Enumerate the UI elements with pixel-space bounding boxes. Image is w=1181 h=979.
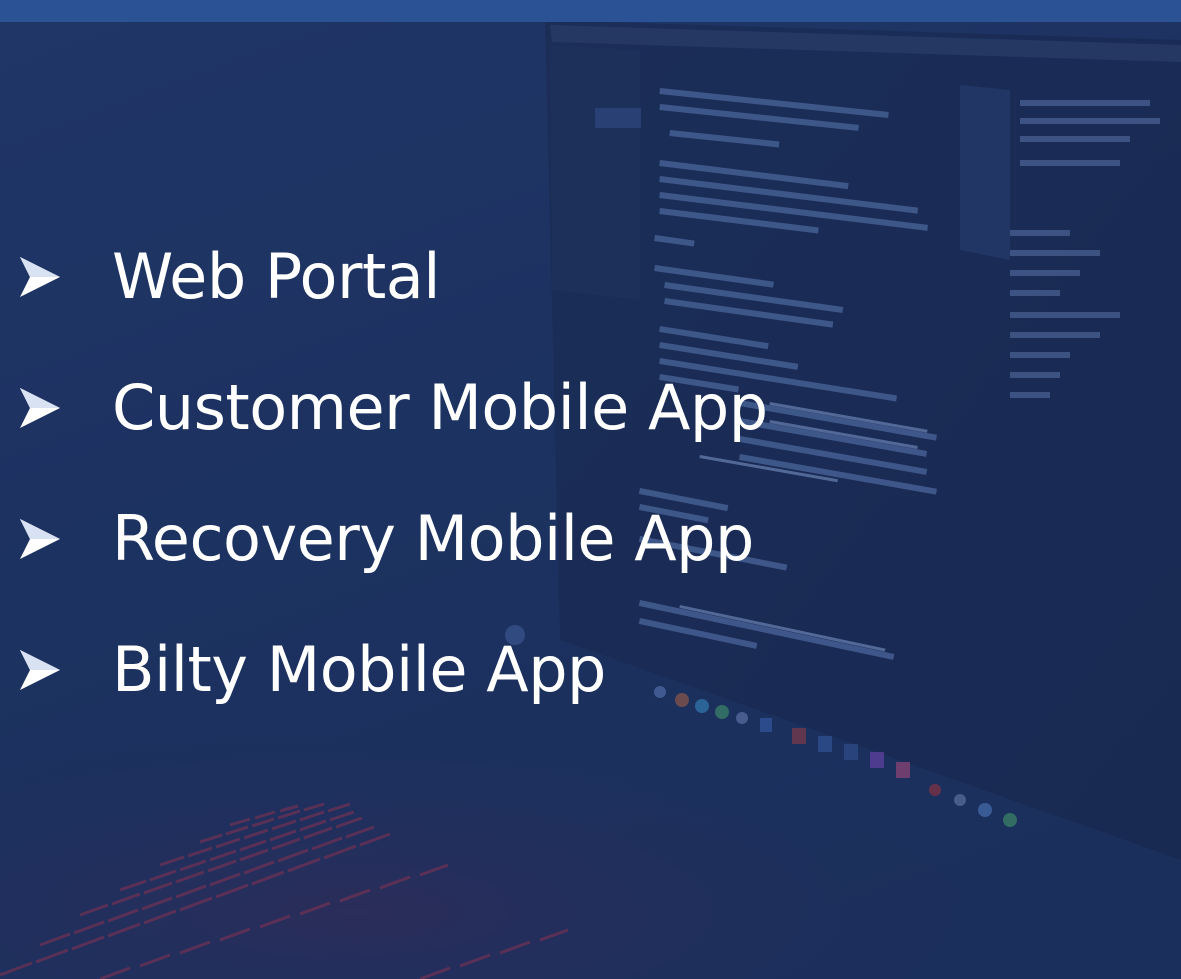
arrowhead-bullet-icon <box>20 257 60 297</box>
feature-bullet-list: Web Portal Customer Mobile App Recovery … <box>18 235 768 759</box>
bullet-label: Web Portal <box>112 240 441 313</box>
bullet-label: Recovery Mobile App <box>112 502 754 575</box>
bullet-item-bilty-mobile-app: Bilty Mobile App <box>18 628 768 712</box>
presentation-slide: Web Portal Customer Mobile App Recovery … <box>0 0 1181 979</box>
bullet-label: Bilty Mobile App <box>112 633 606 706</box>
bullet-item-customer-mobile-app: Customer Mobile App <box>18 366 768 450</box>
bullet-item-web-portal: Web Portal <box>18 235 768 319</box>
bullet-item-recovery-mobile-app: Recovery Mobile App <box>18 497 768 581</box>
arrowhead-bullet-icon <box>20 388 60 428</box>
arrowhead-bullet-icon <box>20 519 60 559</box>
top-accent-bar <box>0 0 1181 22</box>
arrowhead-bullet-icon <box>20 650 60 690</box>
bullet-label: Customer Mobile App <box>112 371 768 444</box>
